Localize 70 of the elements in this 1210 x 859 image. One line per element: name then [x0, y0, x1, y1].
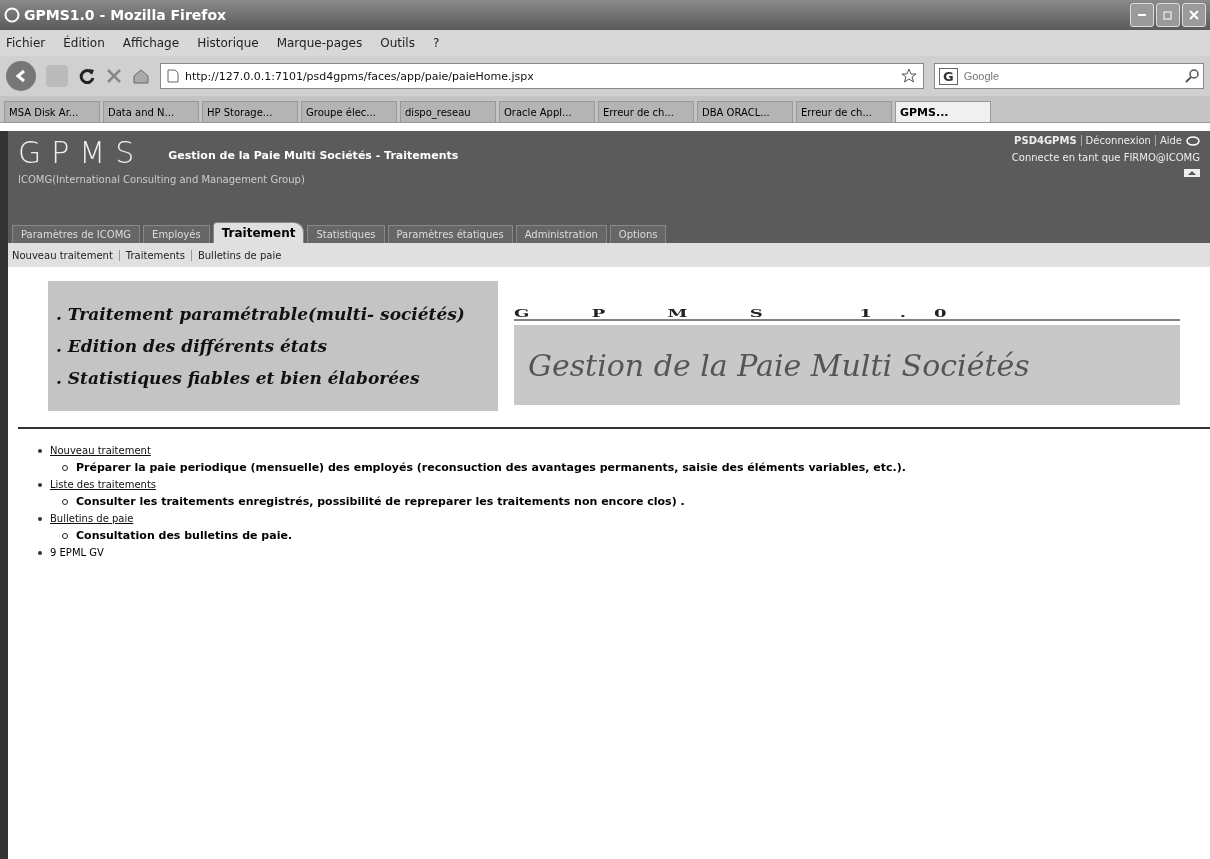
- list-text: 9 EPML GV: [50, 547, 104, 558]
- collapse-icon[interactable]: [1184, 169, 1200, 177]
- menu-item[interactable]: Affichage: [122, 36, 180, 50]
- page-icon: [167, 69, 179, 83]
- search-icon[interactable]: [1185, 69, 1199, 83]
- section-link[interactable]: Bulletins de paie: [50, 513, 134, 524]
- browser-tab[interactable]: Oracle Appl...: [499, 101, 595, 122]
- back-button[interactable]: [6, 61, 36, 91]
- browser-tab[interactable]: Erreur de ch...: [598, 101, 694, 122]
- nav-tab[interactable]: Statistiques: [307, 225, 385, 243]
- section-link[interactable]: Nouveau traitement: [50, 445, 151, 456]
- browser-tab[interactable]: dispo_reseau: [400, 101, 496, 122]
- search-box[interactable]: G Google: [934, 63, 1204, 89]
- stop-icon[interactable]: [106, 68, 122, 84]
- feature-line: . Statistiques fiables et bien élaborées: [56, 367, 421, 390]
- app-logo: GPMS: [18, 135, 145, 170]
- section-description: Consulter les traitements enregistrés, possibilité de repreparer les traitements non encore clos) .: [76, 495, 685, 508]
- feature-line: . Traitement paramétrable(multi- sociétés): [56, 303, 466, 326]
- browser-tab[interactable]: DBA ORACL...: [697, 101, 793, 122]
- bullet-icon: [38, 550, 42, 555]
- menu-item[interactable]: Marque-pages: [276, 36, 363, 50]
- bullet-icon: [38, 482, 42, 487]
- login-status: Connecte en tant que FIRMO@ICOMG: [1011, 152, 1200, 163]
- app-title: Gestion de la Paie Multi Sociétés - Traitements: [168, 149, 459, 164]
- restore-button[interactable]: [1156, 3, 1180, 27]
- header-link[interactable]: Aide: [1154, 135, 1182, 146]
- header-link[interactable]: PSD4GPMS: [1014, 135, 1077, 146]
- star-icon[interactable]: [901, 68, 917, 84]
- browser-tab[interactable]: Data and N...: [103, 101, 199, 122]
- tagline-banner: Gestion de la Paie Multi Sociétés: [514, 325, 1180, 405]
- feature-line: . Edition des différents états: [56, 335, 329, 358]
- menu-item[interactable]: Fichier: [6, 36, 46, 50]
- menu-item[interactable]: Édition: [63, 36, 105, 50]
- section-link[interactable]: Liste des traitements: [50, 479, 157, 490]
- browser-tab[interactable]: HP Storage...: [202, 101, 298, 122]
- header-link[interactable]: Déconnexion: [1080, 135, 1151, 146]
- subnav-link[interactable]: Nouveau traitement: [12, 249, 113, 261]
- nav-tab[interactable]: Paramètres de ICOMG: [12, 225, 141, 243]
- reload-icon[interactable]: [78, 67, 96, 85]
- minimize-icon: [1138, 14, 1146, 16]
- home-icon[interactable]: [132, 68, 150, 84]
- minimize-button[interactable]: [1130, 3, 1154, 27]
- firefox-icon: [4, 7, 20, 23]
- menu-item[interactable]: Historique: [197, 36, 259, 50]
- menu-item[interactable]: Outils: [380, 36, 415, 50]
- close-icon: [1189, 10, 1199, 20]
- section-description: Consultation des bulletins de paie.: [76, 529, 293, 542]
- subnav-link[interactable]: Traitements: [118, 249, 185, 261]
- organization-name: ICOMG(International Consulting and Management Group): [18, 174, 306, 185]
- window-title: GPMS1.0 - Mozilla Firefox: [24, 7, 227, 23]
- menu-item[interactable]: ?: [432, 36, 440, 50]
- nav-tab[interactable]: Administration: [515, 225, 607, 243]
- bullet-icon: [38, 448, 42, 453]
- address-field[interactable]: http://127.0.0.1:7101/psd4gpms/faces/app/paie/paieHome.jspx: [160, 63, 924, 89]
- browser-tab[interactable]: GPMS...: [895, 101, 991, 122]
- browser-tab[interactable]: Groupe élec...: [301, 101, 397, 122]
- restore-icon: [1163, 10, 1173, 20]
- subnav-link[interactable]: Bulletins de paie: [190, 249, 282, 261]
- nav-tab[interactable]: Paramètres étatiques: [387, 225, 513, 243]
- browser-tab[interactable]: Erreur de ch...: [796, 101, 892, 122]
- nav-tab[interactable]: Employés: [143, 225, 210, 243]
- browser-tab[interactable]: MSA Disk Ar...: [4, 101, 100, 122]
- close-button[interactable]: [1182, 3, 1206, 27]
- ellipse-icon: [1186, 135, 1200, 146]
- nav-tab[interactable]: Traitement: [212, 222, 305, 243]
- bullet-icon: [38, 516, 42, 521]
- product-name: G P M S 1.0: [514, 307, 1180, 321]
- search-engine-button[interactable]: G: [939, 67, 958, 85]
- section-description: Préparer la paie periodique (mensuelle) des employés (reconsuction des avantages permanents, saisie des éléments variables, etc.).: [76, 461, 906, 474]
- nav-tab[interactable]: Options: [609, 225, 667, 243]
